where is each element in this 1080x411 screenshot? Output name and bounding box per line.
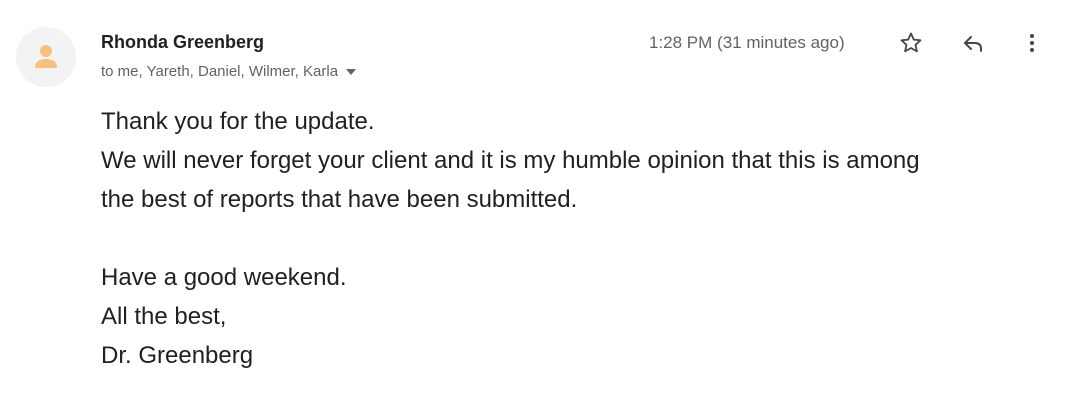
- email-message: Rhonda Greenberg to me, Yareth, Daniel, …: [0, 0, 1080, 411]
- star-button[interactable]: [893, 25, 929, 61]
- body-line: We will never forget your client and it …: [101, 147, 920, 174]
- star-outline-icon: [900, 32, 922, 53]
- body-line: Thank you for the update.: [101, 108, 375, 135]
- more-vertical-icon: [1030, 34, 1034, 52]
- show-details-button[interactable]: [346, 68, 357, 75]
- sender-name[interactable]: Rhonda Greenberg: [101, 32, 264, 53]
- more-options-button[interactable]: [1014, 25, 1050, 61]
- body-line: All the best,: [101, 303, 227, 330]
- recipients-line: to me, Yareth, Daniel, Wilmer, Karla: [101, 63, 357, 80]
- reply-button[interactable]: [955, 25, 991, 61]
- body-line: the best of reports that have been submi…: [101, 186, 578, 213]
- timestamp: 1:28 PM (31 minutes ago): [649, 33, 845, 52]
- signature: Dr. Greenberg: [101, 342, 254, 369]
- reply-icon: [964, 36, 982, 52]
- sender-avatar[interactable]: [16, 27, 76, 87]
- person-icon: [35, 45, 57, 68]
- recipients-text: to me, Yareth, Daniel, Wilmer, Karla: [101, 63, 339, 80]
- message-body: Thank you for the update. We will never …: [101, 102, 1061, 375]
- caret-down-icon: [346, 68, 357, 75]
- body-line: Have a good weekend.: [101, 264, 347, 291]
